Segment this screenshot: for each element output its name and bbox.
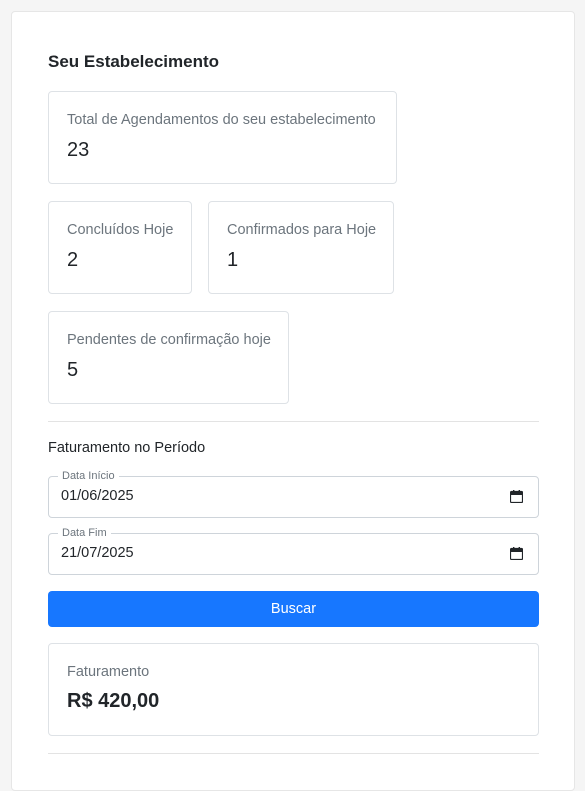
stat-label: Pendentes de confirmação hoje (67, 332, 271, 348)
stat-value: 23 (67, 139, 90, 161)
revenue-period-title: Faturamento no Período (48, 440, 206, 456)
calendar-icon[interactable] (510, 490, 523, 503)
start-date-value[interactable]: 01/06/2025 (61, 488, 134, 504)
section-title: Seu Estabelecimento (48, 52, 220, 71)
start-date-field[interactable]: Data Início 01/06/2025 (48, 469, 539, 518)
stat-card-pending-today: Pendentes de confirmação hoje 5 (48, 311, 289, 404)
stat-card-completed-today: Concluídos Hoje 2 (48, 201, 192, 294)
stat-value: 1 (227, 249, 239, 271)
stat-value: 5 (67, 359, 79, 381)
revenue-label: Faturamento (67, 664, 150, 680)
search-button[interactable]: Buscar (48, 591, 539, 627)
stat-label: Total de Agendamentos do seu estabelecim… (67, 112, 376, 128)
end-date-field[interactable]: Data Fim 21/07/2025 (48, 526, 539, 575)
revenue-card: Faturamento R$ 420,00 (48, 643, 539, 736)
end-date-value[interactable]: 21/07/2025 (61, 545, 134, 561)
revenue-value: R$ 420,00 (67, 690, 160, 712)
stat-label: Confirmados para Hoje (227, 222, 377, 238)
stat-label: Concluídos Hoje (67, 222, 174, 238)
stat-card-total-appointments: Total de Agendamentos do seu estabelecim… (48, 91, 397, 184)
calendar-icon[interactable] (510, 547, 523, 560)
stat-value: 2 (67, 249, 79, 271)
divider (48, 753, 539, 754)
end-date-label: Data Fim (58, 526, 111, 540)
divider (48, 421, 539, 422)
dashboard-panel: Seu Estabelecimento Total de Agendamento… (11, 11, 575, 791)
start-date-label: Data Início (58, 469, 119, 483)
stat-card-confirmed-today: Confirmados para Hoje 1 (208, 201, 394, 294)
